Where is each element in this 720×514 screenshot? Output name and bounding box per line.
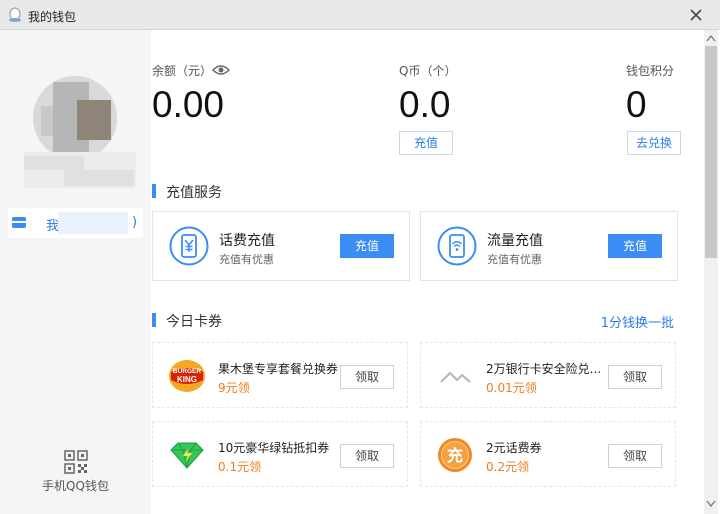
mountain-icon — [440, 371, 471, 383]
window-title: 我的钱包 — [28, 10, 77, 24]
close-icon[interactable] — [688, 7, 704, 23]
sidebar-item-my-wallet[interactable]: 我 ) — [8, 208, 143, 238]
scroll-down-arrow-icon[interactable] — [706, 500, 716, 508]
scroll-thumb[interactable] — [705, 46, 717, 258]
points-redeem-button[interactable]: 去兑换 — [627, 131, 681, 155]
claim-button[interactable]: 领取 — [608, 365, 662, 389]
phone-recharge-button[interactable]: 充值 — [340, 234, 394, 258]
qq-penguin-icon — [9, 7, 21, 22]
recharge-section-title: 充值服务 — [166, 185, 222, 201]
refresh-coupons-link[interactable]: 1分钱换一批 — [601, 312, 674, 331]
coupon-card: 充 2元话费券 0.2元领 领取 — [420, 421, 676, 487]
coupon-card: BURGER KING 果木堡专享套餐兑换券 9元领 领取 — [152, 342, 408, 408]
title-bar: 我的钱包 — [0, 0, 720, 30]
coupon-title: 2元话费券 — [486, 441, 542, 455]
coupon-card: 10元豪华绿钻抵扣券 0.1元领 领取 — [152, 421, 408, 487]
balance-value: 0.00 — [152, 84, 225, 125]
coupon-price: 0.1元领 — [218, 460, 262, 474]
coupon-price: 0.2元领 — [486, 460, 530, 474]
qcoin-label: Q币（个） — [399, 64, 457, 78]
yuan-phone-icon — [169, 226, 209, 266]
phone-recharge-title: 话费充值 — [219, 233, 275, 249]
green-diamond-icon — [170, 442, 204, 469]
data-recharge-subtitle: 充值有优惠 — [487, 253, 542, 266]
data-recharge-card: 流量充值 充值有优惠 充值 — [420, 211, 678, 281]
qcoin-value: 0.0 — [399, 84, 451, 125]
data-recharge-title: 流量充值 — [487, 233, 543, 249]
scrollbar[interactable] — [704, 30, 718, 514]
orange-coin-icon: 充 — [438, 438, 472, 472]
card-icon — [12, 217, 26, 228]
claim-button[interactable]: 领取 — [340, 444, 394, 468]
coupon-title: 果木堡专享套餐兑换券 — [218, 362, 339, 376]
user-nickname-blurred — [24, 152, 136, 188]
coupon-price: 0.01元领 — [486, 381, 537, 395]
scroll-up-arrow-icon[interactable] — [706, 34, 716, 42]
section-accent-bar — [152, 313, 156, 327]
balance-label: 余额（元） — [152, 64, 213, 78]
phone-recharge-subtitle: 充值有优惠 — [219, 253, 274, 266]
coupons-section-title: 今日卡券 — [166, 314, 222, 330]
qr-code-icon[interactable] — [64, 450, 88, 474]
sidebar-item-paren: ) — [132, 215, 138, 230]
data-recharge-button[interactable]: 充值 — [608, 234, 662, 258]
blurred-account — [58, 212, 128, 234]
avatar[interactable] — [33, 76, 117, 160]
section-accent-bar — [152, 184, 156, 198]
qcoin-recharge-button[interactable]: 充值 — [399, 131, 453, 155]
svg-text:充: 充 — [447, 446, 463, 465]
phone-recharge-card: 话费充值 充值有优惠 充值 — [152, 211, 410, 281]
claim-button[interactable]: 领取 — [340, 365, 394, 389]
points-value: 0 — [626, 84, 647, 125]
coupon-card: 2万银行卡安全险兑... 0.01元领 领取 — [420, 342, 676, 408]
coupon-price: 9元领 — [218, 381, 250, 395]
claim-button[interactable]: 领取 — [608, 444, 662, 468]
sidebar: 我 ) 手机QQ钱包 — [0, 30, 151, 514]
burger-king-logo: BURGER KING — [169, 360, 205, 392]
mobile-qq-wallet-label[interactable]: 手机QQ钱包 — [0, 477, 151, 494]
points-label: 钱包积分 — [626, 64, 675, 78]
svg-text:BURGER: BURGER — [173, 368, 201, 375]
coupon-title: 10元豪华绿钻抵扣券 — [218, 441, 330, 455]
wifi-phone-icon — [437, 226, 477, 266]
svg-text:KING: KING — [177, 375, 197, 384]
coupon-title: 2万银行卡安全险兑... — [486, 362, 602, 376]
eye-icon[interactable] — [212, 64, 230, 76]
